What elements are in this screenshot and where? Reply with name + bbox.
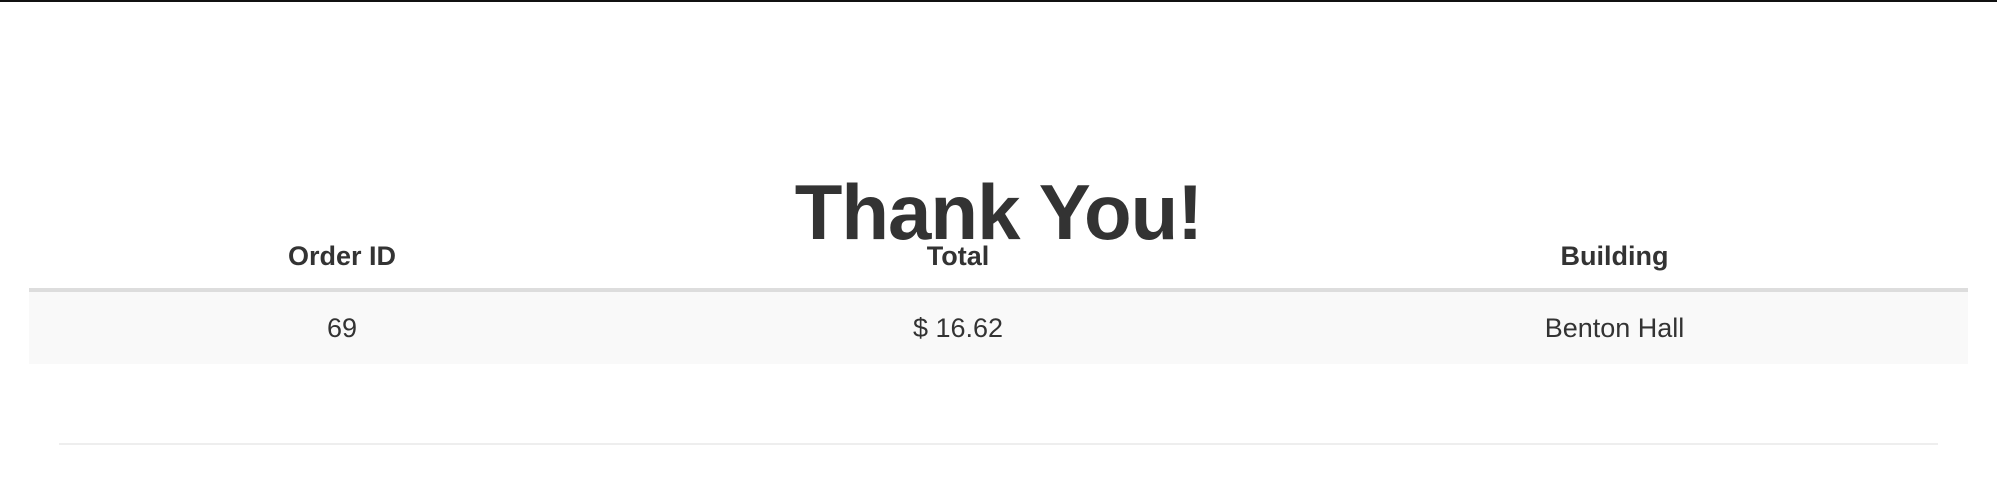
top-border bbox=[0, 0, 1997, 2]
building-cell: Benton Hall bbox=[1261, 290, 1968, 364]
column-header-order-id: Order ID bbox=[29, 224, 655, 292]
column-header-building: Building bbox=[1261, 224, 1968, 292]
table-header: Order ID Total Building bbox=[29, 224, 1968, 292]
footer-divider bbox=[59, 443, 1938, 445]
table-body: 69 $ 16.62 Benton Hall bbox=[29, 290, 1968, 364]
table-header-row: Order ID Total Building bbox=[29, 224, 1968, 292]
order-summary-table: Order ID Total Building 69 $ 16.62 Bento… bbox=[29, 224, 1968, 364]
total-cell: $ 16.62 bbox=[655, 290, 1261, 364]
column-header-total: Total bbox=[655, 224, 1261, 292]
table-row: 69 $ 16.62 Benton Hall bbox=[29, 290, 1968, 364]
order-id-cell: 69 bbox=[29, 290, 655, 364]
